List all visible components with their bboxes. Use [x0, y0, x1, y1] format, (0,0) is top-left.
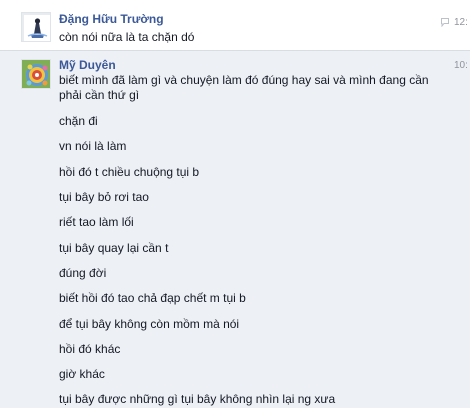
message-text: để tụi bây không còn mồm mà nói — [59, 317, 240, 331]
avatar[interactable] — [21, 59, 51, 89]
message-text: giờ khác — [59, 367, 105, 381]
flag-icon[interactable] — [441, 18, 449, 27]
message-group-1: Đặng Hữu Trường còn nói nữa là ta chặn d… — [0, 0, 470, 51]
message-author[interactable]: Đặng Hữu Trường — [59, 12, 164, 26]
message-text: hồi đó t chiều chuộng tụi b — [59, 165, 200, 179]
message-text: tụi bây được những gì tụi bây không nhìn… — [59, 392, 336, 406]
message-text: vn nói là làm — [59, 139, 127, 153]
message-text: tụi bây bỏ rơi tao — [59, 190, 149, 204]
message-text: hồi đó khác — [59, 342, 121, 356]
message-text: đúng đời — [59, 266, 107, 280]
message-text: phải cần thứ gì — [59, 88, 140, 102]
message-group-2: Mỹ Duyên biết mình đã làm gì và chuyện l… — [0, 51, 470, 408]
message-text: biết mình đã làm gì và chuyện làm đó đún… — [59, 73, 429, 87]
avatar-photo-icon — [22, 60, 50, 88]
message-timestamp: 12: — [454, 17, 468, 28]
avatar[interactable] — [21, 12, 51, 42]
avatar-photo-icon — [22, 13, 50, 41]
message-author[interactable]: Mỹ Duyên — [59, 58, 116, 72]
conversation-thread: Đặng Hữu Trường còn nói nữa là ta chặn d… — [0, 0, 470, 408]
message-text: còn nói nữa là ta chặn dó — [59, 30, 195, 44]
message-text: riết tao làm lối — [59, 215, 134, 229]
message-text: tụi bây quay lại cần t — [59, 241, 169, 255]
message-text: chặn đi — [59, 114, 98, 128]
message-timestamp: 10: — [454, 60, 468, 71]
message-text: biết hồi đó tao chả đạp chết m tụi b — [59, 291, 246, 305]
